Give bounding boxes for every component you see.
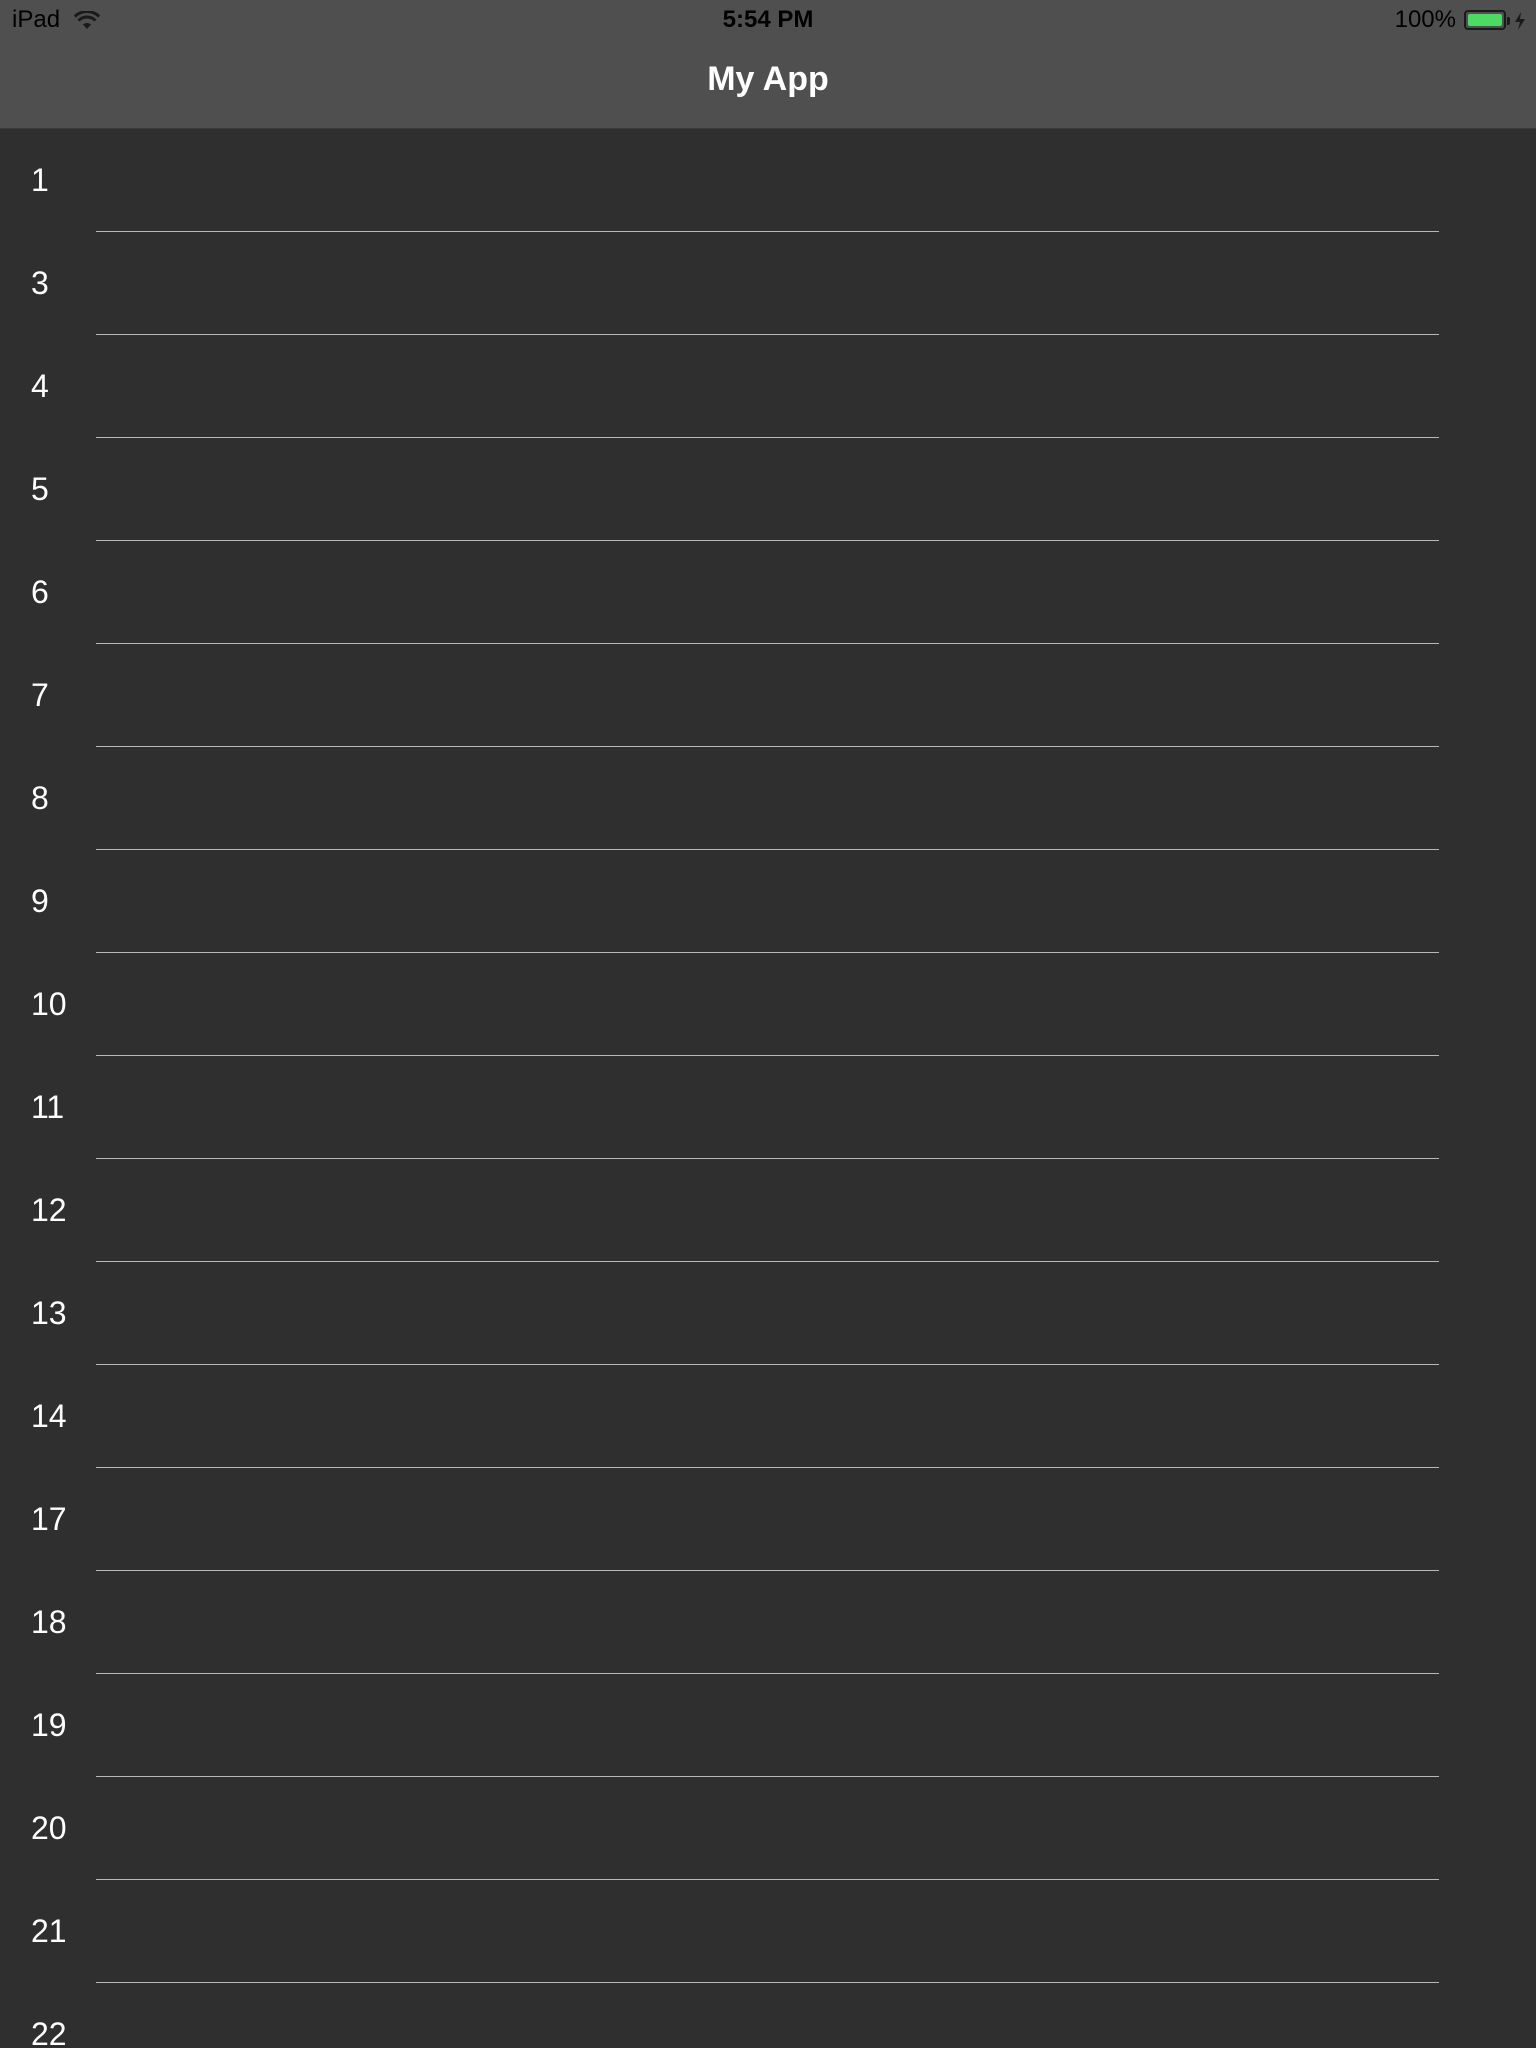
list-item[interactable]: 10 bbox=[0, 953, 1536, 1056]
list-item[interactable]: 12 bbox=[0, 1159, 1536, 1262]
list-item-label: 22 bbox=[31, 2016, 67, 2048]
status-right: 100% bbox=[1395, 6, 1526, 34]
list-item-label: 14 bbox=[31, 1398, 67, 1434]
list-item[interactable]: 14 bbox=[0, 1365, 1536, 1468]
list-item-label: 21 bbox=[31, 1913, 67, 1949]
list-item[interactable]: 11 bbox=[0, 1056, 1536, 1159]
list-item[interactable]: 22 bbox=[0, 1983, 1536, 2048]
page-title: My App bbox=[707, 60, 829, 98]
list-item[interactable]: 7 bbox=[0, 644, 1536, 747]
list-item-label: 5 bbox=[31, 471, 49, 507]
battery-icon bbox=[1464, 10, 1510, 30]
list-item[interactable]: 20 bbox=[0, 1777, 1536, 1880]
status-bar: iPad 5:54 PM 100% bbox=[0, 0, 1536, 40]
list-item-label: 8 bbox=[31, 780, 49, 816]
list-item-label: 12 bbox=[31, 1192, 67, 1228]
table-list[interactable]: 1 3 4 5 6 7 8 9 10 11 12 13 14 17 18 19 20 21 22 bbox=[0, 129, 1536, 2048]
battery-nub bbox=[1507, 17, 1510, 25]
list-item[interactable]: 17 bbox=[0, 1468, 1536, 1571]
list-item[interactable]: 4 bbox=[0, 335, 1536, 438]
list-item[interactable]: 6 bbox=[0, 541, 1536, 644]
list-item-label: 3 bbox=[31, 265, 49, 301]
status-time: 5:54 PM bbox=[722, 6, 814, 33]
list-item-label: 9 bbox=[31, 883, 49, 919]
list-item[interactable]: 8 bbox=[0, 747, 1536, 850]
list-item-label: 13 bbox=[31, 1295, 67, 1331]
list-item-label: 6 bbox=[31, 574, 49, 610]
battery-fill bbox=[1468, 14, 1502, 26]
list-item-label: 11 bbox=[31, 1089, 65, 1125]
list-item-label: 19 bbox=[31, 1707, 67, 1743]
list-item-label: 10 bbox=[31, 986, 67, 1022]
list-item[interactable]: 5 bbox=[0, 438, 1536, 541]
list-item-label: 1 bbox=[31, 162, 49, 198]
list-item[interactable]: 19 bbox=[0, 1674, 1536, 1777]
list-item[interactable]: 18 bbox=[0, 1571, 1536, 1674]
list-item[interactable]: 21 bbox=[0, 1880, 1536, 1983]
list-item-label: 4 bbox=[31, 368, 49, 404]
navigation-header: iPad 5:54 PM 100% My App bbox=[0, 0, 1536, 129]
list-item-label: 20 bbox=[31, 1810, 67, 1846]
list-item-label: 7 bbox=[31, 677, 49, 713]
list-item-label: 18 bbox=[31, 1604, 67, 1640]
list-item[interactable]: 13 bbox=[0, 1262, 1536, 1365]
list-item[interactable]: 9 bbox=[0, 850, 1536, 953]
list-item-label: 17 bbox=[31, 1501, 67, 1537]
charging-bolt-icon bbox=[1514, 10, 1526, 30]
list-item[interactable]: 1 bbox=[0, 129, 1536, 232]
list-item[interactable]: 3 bbox=[0, 232, 1536, 335]
battery-percent: 100% bbox=[1394, 6, 1456, 33]
